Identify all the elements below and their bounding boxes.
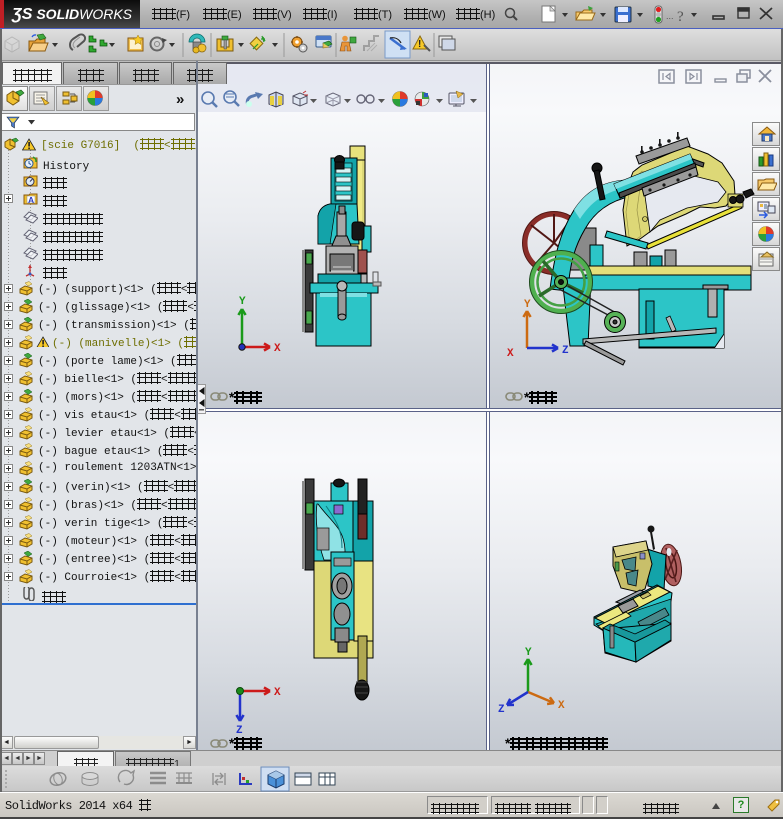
svg-text:Y: Y — [239, 296, 246, 308]
svg-text:X: X — [274, 343, 281, 355]
svg-text:Z: Z — [236, 725, 243, 737]
svg-text:?: ? — [677, 9, 684, 25]
svg-text:X: X — [274, 687, 281, 699]
svg-text:Z: Z — [498, 704, 505, 716]
svg-text:Y: Y — [524, 299, 531, 311]
svg-text:Z: Z — [562, 345, 569, 357]
svg-text:X: X — [507, 348, 514, 360]
svg-text:Y: Y — [525, 647, 532, 659]
svg-text:!: ! — [418, 39, 421, 50]
svg-text:A: A — [28, 195, 34, 205]
svg-text:X: X — [558, 700, 565, 712]
svg-text:...: ... — [666, 11, 674, 21]
